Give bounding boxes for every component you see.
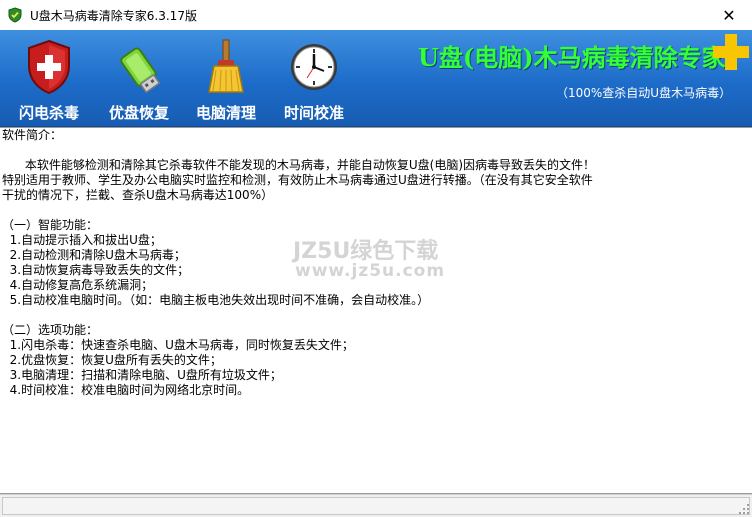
close-button[interactable]: ✕ [706,0,752,30]
toolbar-button-pc-cleanup[interactable]: 电脑清理 [186,36,266,124]
broom-icon [208,39,244,93]
title-bar: U盘木马病毒清除专家6.3.17版 ✕ [0,0,752,30]
usb-drive-icon [120,47,161,94]
toolbar-header: 闪电杀毒 优盘恢复 电脑清理 时间校准 U盘(电脑)木马病毒清除专家 （100%… [0,30,752,127]
toolbar-label-usb-restore: 优盘恢复 [108,104,169,122]
toolbar-button-virus-scan[interactable]: 闪电杀毒 [9,36,89,124]
toolbar-label-virus-scan: 闪电杀毒 [18,104,79,122]
window-title: U盘木马病毒清除专家6.3.17版 [30,9,197,23]
brand-subtitle: （100%查杀自动U盘木马病毒） [556,86,732,100]
toolbar-button-usb-restore[interactable]: 优盘恢复 [99,36,179,124]
description-text: 软件简介： 本软件能够检测和清除其它杀毒软件不能发现的木马病毒，并能自动恢复U盘… [2,128,596,397]
toolbar-button-time-sync[interactable]: 时间校准 [274,36,354,124]
status-text [2,497,750,515]
app-shield-icon [8,7,22,23]
plus-icon [713,34,749,70]
description-panel[interactable]: 软件简介： 本软件能够检测和清除其它杀毒软件不能发现的木马病毒，并能自动恢复U盘… [0,127,752,494]
status-bar [0,494,752,517]
toolbar-label-pc-cleanup: 电脑清理 [195,104,256,122]
brand-title: U盘(电脑)木马病毒清除专家 [418,43,726,72]
resize-grip-icon[interactable] [738,503,750,515]
clock-icon [291,44,337,90]
shield-icon [28,39,70,95]
toolbar-label-time-sync: 时间校准 [283,104,344,122]
